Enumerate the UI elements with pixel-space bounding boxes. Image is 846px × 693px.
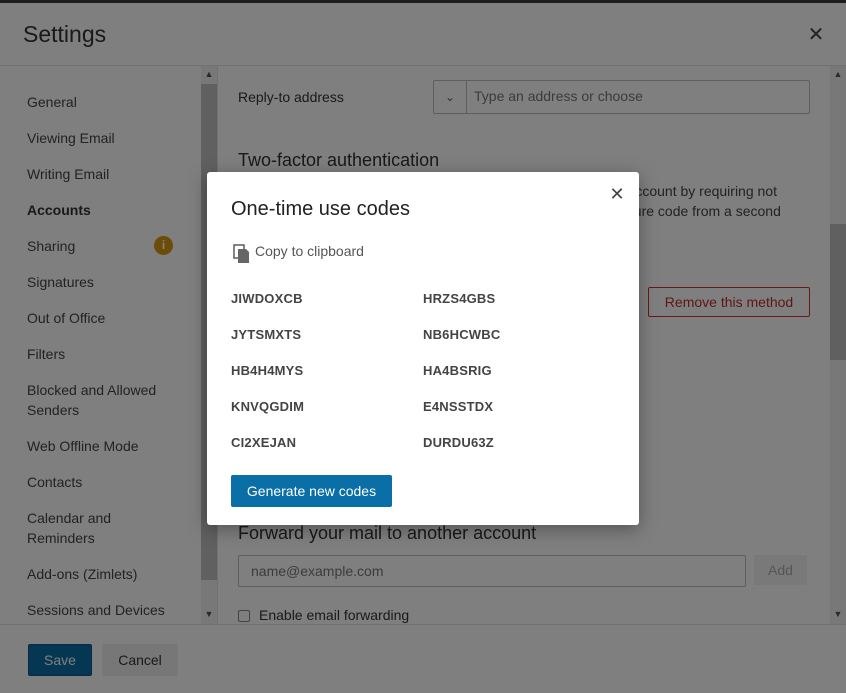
clipboard-copy-icon — [233, 244, 249, 263]
code-item: HB4H4MYS — [231, 363, 304, 378]
close-icon[interactable]: ✕ — [607, 184, 627, 204]
code-item: CI2XEJAN — [231, 435, 297, 450]
code-item: E4NSSTDX — [423, 399, 494, 414]
dialog-title: One-time use codes — [231, 198, 410, 220]
code-item: KNVQGDIM — [231, 399, 305, 414]
one-time-codes-dialog: One-time use codes ✕ Copy to clipboard J… — [207, 172, 639, 525]
code-item: HA4BSRIG — [423, 363, 492, 378]
code-item: JIWDOXCB — [231, 291, 303, 306]
code-item: JYTSMXTS — [231, 327, 302, 342]
copy-to-clipboard-label: Copy to clipboard — [255, 243, 364, 259]
code-item: DURDU63Z — [423, 435, 494, 450]
code-item: HRZS4GBS — [423, 291, 496, 306]
generate-new-codes-button[interactable]: Generate new codes — [231, 475, 392, 507]
code-item: NB6HCWBC — [423, 327, 501, 342]
